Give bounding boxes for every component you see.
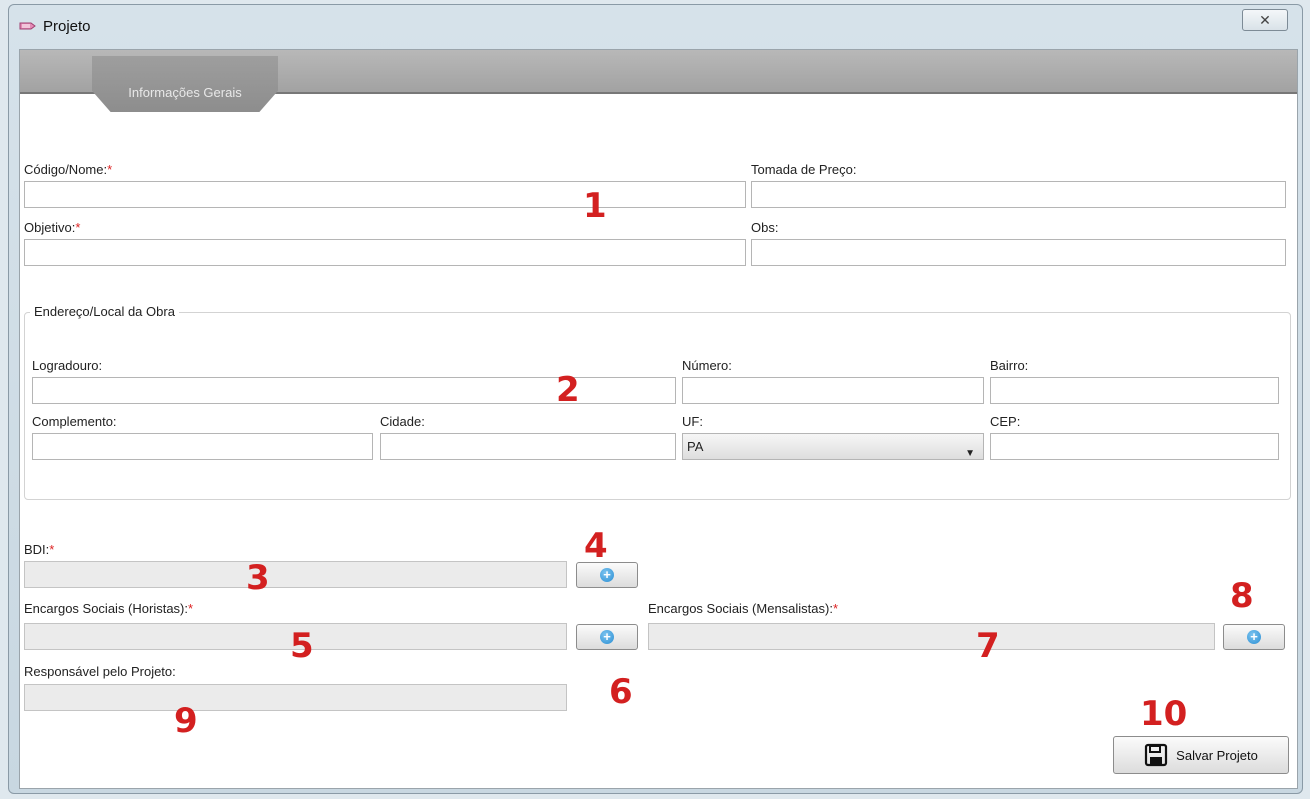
complemento-label: Complemento: xyxy=(32,414,117,429)
bairro-label: Bairro: xyxy=(990,358,1029,373)
numero-label: Número: xyxy=(682,358,732,373)
save-label: Salvar Projeto xyxy=(1176,747,1258,763)
save-project-button[interactable]: Salvar Projeto xyxy=(1113,736,1289,774)
cidade-input[interactable] xyxy=(380,433,676,460)
uf-label: UF: xyxy=(682,414,703,429)
codigo-nome-input[interactable] xyxy=(24,181,746,208)
plus-circle-icon: + xyxy=(600,568,614,582)
marker-9: 9 xyxy=(174,701,198,741)
codigo-label: Código/Nome:* xyxy=(24,162,113,177)
complemento-input[interactable] xyxy=(32,433,373,460)
objetivo-label: Objetivo:* xyxy=(24,220,81,235)
floppy-disk-icon xyxy=(1145,743,1168,767)
uf-selected-value: PA xyxy=(687,439,704,454)
chevron-down-icon: ▼ xyxy=(965,448,975,459)
add-encargos-mensalistas-button[interactable]: + xyxy=(1223,624,1285,650)
marker-3: 3 xyxy=(246,558,270,598)
bdi-field xyxy=(24,561,567,588)
tomada-label: Tomada de Preço: xyxy=(751,162,857,177)
obs-input[interactable] xyxy=(751,239,1286,266)
bdi-label: BDI:* xyxy=(24,542,55,557)
tomada-preco-input[interactable] xyxy=(751,181,1286,208)
plus-circle-icon: + xyxy=(1247,630,1261,644)
marker-2: 2 xyxy=(556,370,580,410)
marker-4: 4 xyxy=(584,526,608,566)
client-area: Informações Gerais Código/Nome:* Tomada … xyxy=(19,49,1298,789)
cep-input[interactable] xyxy=(990,433,1279,460)
address-group-title: Endereço/Local da Obra xyxy=(30,304,179,319)
project-icon xyxy=(19,22,36,30)
marker-5: 5 xyxy=(290,626,314,666)
close-button[interactable]: ✕ xyxy=(1242,9,1288,31)
address-groupbox xyxy=(24,312,1291,500)
marker-8: 8 xyxy=(1230,576,1254,616)
obs-label: Obs: xyxy=(751,220,779,235)
encargos-horistas-label: Encargos Sociais (Horistas):* xyxy=(24,601,194,616)
responsavel-field xyxy=(24,684,567,711)
uf-select[interactable]: PA ▼ xyxy=(682,433,984,460)
marker-1: 1 xyxy=(583,186,607,226)
tab-strip: Informações Gerais xyxy=(20,50,1297,112)
logradouro-label: Logradouro: xyxy=(32,358,103,373)
cidade-label: Cidade: xyxy=(380,414,425,429)
project-window: Projeto ✕ Informações Gerais Código/Nome… xyxy=(8,4,1303,794)
marker-7: 7 xyxy=(976,626,1000,666)
objetivo-input[interactable] xyxy=(24,239,746,266)
responsavel-label: Responsável pelo Projeto: xyxy=(24,664,176,679)
numero-input[interactable] xyxy=(682,377,984,404)
add-encargos-horistas-button[interactable]: + xyxy=(576,624,638,650)
marker-10: 10 xyxy=(1140,694,1188,734)
tab-label: Informações Gerais xyxy=(128,85,242,100)
encargos-mensalistas-label: Encargos Sociais (Mensalistas):* xyxy=(648,601,839,616)
cep-label: CEP: xyxy=(990,414,1021,429)
window-title: Projeto xyxy=(43,18,91,35)
marker-6: 6 xyxy=(609,672,633,712)
bairro-input[interactable] xyxy=(990,377,1279,404)
plus-circle-icon: + xyxy=(600,630,614,644)
encargos-mensalistas-field xyxy=(648,623,1215,650)
close-icon: ✕ xyxy=(1259,11,1271,28)
tab-informacoes-gerais[interactable]: Informações Gerais xyxy=(92,56,278,112)
title-bar: Projeto ✕ xyxy=(9,5,1302,47)
